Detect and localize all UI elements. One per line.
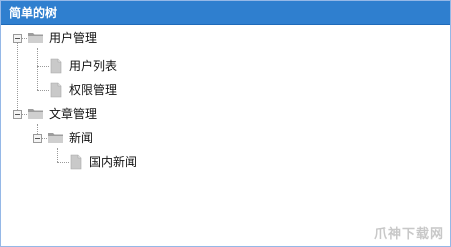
tree-panel: 简单的树 用户管理 用户列表 权限管理 文章管理 新闻 国内新闻 爪神下载网 [0,0,451,247]
tree-node-news[interactable]: 新闻 [47,128,93,148]
file-icon [50,82,62,98]
tree-node-user-mgmt[interactable]: 用户管理 [27,28,97,48]
tree-line [57,162,69,163]
collapse-toggle-news[interactable] [33,134,42,143]
tree-node-article-mgmt[interactable]: 文章管理 [27,104,97,124]
file-icon [50,58,62,74]
file-icon [70,154,82,170]
tree-node-label: 权限管理 [69,83,118,97]
tree-line [17,38,18,114]
tree-line [57,148,58,162]
folder-open-icon [48,133,63,143]
panel-title: 简单的树 [1,1,450,25]
tree-line [37,66,49,67]
tree-node-label: 用户列表 [69,59,118,73]
tree-view: 用户管理 用户列表 权限管理 文章管理 新闻 国内新闻 [1,26,450,246]
tree-node-domestic-news[interactable]: 国内新闻 [69,152,137,172]
tree-line [37,90,49,91]
tree-node-label: 用户管理 [49,31,98,45]
tree-line [37,48,38,90]
tree-node-user-list[interactable]: 用户列表 [49,56,117,76]
watermark: 爪神下载网 [373,227,444,242]
collapse-toggle-article-mgmt[interactable] [13,110,22,119]
folder-open-icon [28,109,43,119]
tree-node-label: 新闻 [69,131,94,145]
collapse-toggle-user-mgmt[interactable] [13,34,22,43]
tree-node-label: 文章管理 [49,107,98,121]
tree-node-permission-mgmt[interactable]: 权限管理 [49,80,117,100]
tree-node-label: 国内新闻 [89,155,138,169]
folder-open-icon [28,33,43,43]
